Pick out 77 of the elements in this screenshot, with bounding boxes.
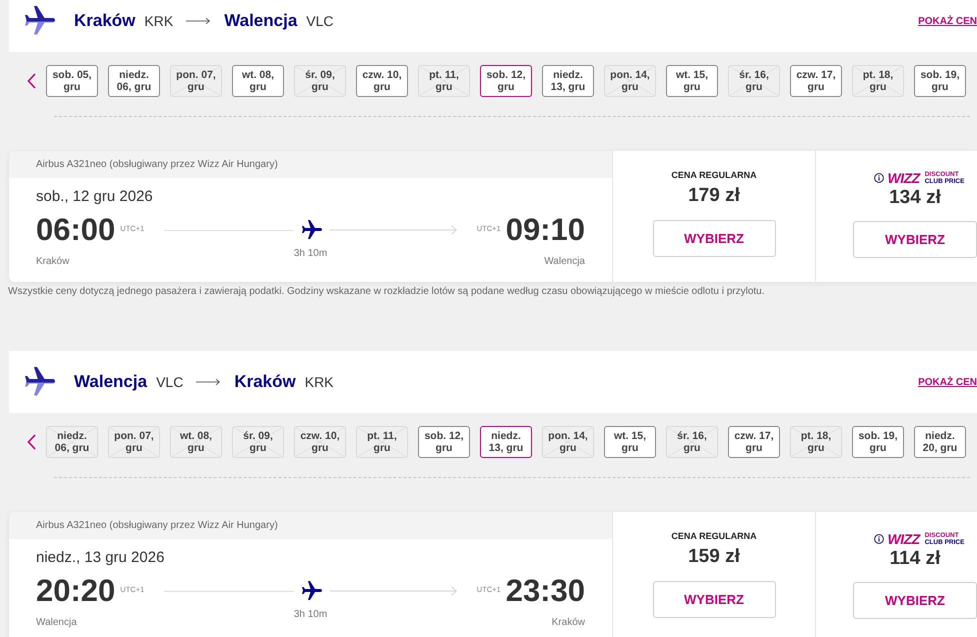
chevron-left-icon [26, 73, 36, 89]
airport-code: KRK [304, 374, 334, 390]
date-chip[interactable]: pon. 14, gru [542, 426, 594, 458]
date-chip[interactable]: śr. 16, gru [666, 426, 718, 458]
city-name: Walencja [224, 11, 298, 31]
select-button[interactable]: WYBIERZ [853, 221, 977, 258]
departure-city: Kraków [36, 256, 70, 267]
fare-price: 159 zł [688, 545, 740, 569]
date-chip[interactable]: pon. 14, gru [604, 65, 656, 97]
departure-time: 06:00 [36, 212, 116, 248]
city-name: Kraków [74, 11, 136, 31]
date-chip[interactable]: sob. 12, gru [480, 65, 532, 97]
date-chip[interactable]: niedz. 13, gru [542, 65, 594, 97]
date-chip[interactable]: pt. 11, gru [418, 65, 470, 97]
flight-duration: 3h 10m [294, 248, 328, 260]
date-chip[interactable]: śr. 09, gru [294, 65, 346, 97]
logo-wordmark: WIZZ [888, 531, 920, 547]
fare-price: 134 zł [889, 186, 941, 210]
fare-label: CENA REGULARNA [671, 169, 757, 181]
arrival-time: 09:10 [506, 212, 585, 248]
arrival-time: 23:30 [506, 573, 585, 609]
aircraft-info: Airbus A321neo (obsługiwany przez Wizz Air Hungary) [9, 151, 612, 178]
footnote: Wszystkie ceny dotyczą jednego pasażera i zawierają podatki. Godziny wskazane w rozkładzie lotów są podane według czasu obowiązującego w mieście odlotu i przylotu. [8, 285, 766, 299]
show-prices-link[interactable]: POKAŻ CEN [918, 16, 977, 26]
show-prices-link[interactable]: POKAŻ CEN [918, 376, 977, 388]
chevron-left-icon [26, 434, 36, 450]
date-chip[interactable]: niedz. 20, gru [914, 426, 966, 458]
date-chip[interactable]: sob. 19, gru [914, 65, 966, 97]
date-chip[interactable]: pt. 11, gru [356, 426, 408, 458]
arrow-right-icon [196, 378, 220, 386]
flight-date: sob., 12 gru 2026 [36, 188, 153, 206]
fare-label: CENA REGULARNA [671, 530, 757, 542]
fare-price: 114 zł [890, 547, 940, 571]
city-name: Kraków [234, 372, 296, 392]
logo-wordmark: WIZZ [888, 170, 920, 186]
airplane-icon [25, 6, 55, 36]
airplane-icon [302, 220, 322, 240]
flight-duration: 3h 10m [294, 609, 328, 621]
date-chip[interactable]: niedz. 13, gru [480, 426, 532, 458]
fare-price: 179 zł [688, 184, 740, 208]
date-chip[interactable]: wt. 15, gru [666, 65, 718, 97]
info-icon[interactable] [874, 173, 884, 183]
select-button[interactable]: WYBIERZ [853, 582, 977, 619]
date-chip[interactable]: sob. 12, gru [418, 426, 470, 458]
date-chip[interactable]: pt. 18, gru [790, 426, 842, 458]
date-chip[interactable]: niedz. 06, gru [46, 426, 98, 458]
date-chip[interactable]: pt. 18, gru [852, 65, 904, 97]
arrival-city: Kraków [552, 617, 585, 628]
date-chip[interactable]: wt. 08, gru [170, 426, 222, 458]
city-name: Walencja [74, 372, 148, 392]
arrow-right-icon [186, 17, 210, 25]
flight-date: niedz., 13 gru 2026 [36, 549, 164, 567]
airport-code: VLC [306, 13, 334, 29]
airplane-icon [302, 581, 322, 601]
date-chip[interactable]: pon. 07, gru [108, 426, 160, 458]
date-chip[interactable]: czw. 10, gru [294, 426, 346, 458]
airport-code: KRK [144, 13, 174, 29]
date-chip[interactable]: czw. 10, gru [356, 65, 408, 97]
info-icon[interactable] [874, 534, 884, 544]
date-chip[interactable]: pon. 07, gru [170, 65, 222, 97]
date-chip[interactable]: niedz. 06, gru [108, 65, 160, 97]
date-chip[interactable]: śr. 16, gru [728, 65, 780, 97]
date-chip[interactable]: sob. 19, gru [852, 426, 904, 458]
select-button[interactable]: WYBIERZ [652, 581, 776, 618]
select-button[interactable]: WYBIERZ [652, 220, 776, 257]
airport-code: VLC [156, 374, 184, 390]
date-chip[interactable]: wt. 15, gru [604, 426, 656, 458]
date-chip[interactable]: wt. 08, gru [232, 65, 284, 97]
date-chip[interactable]: śr. 09, gru [232, 426, 284, 458]
date-chip[interactable]: czw. 17, gru [728, 426, 780, 458]
date-chip[interactable]: sob. 05, gru [46, 65, 98, 97]
aircraft-info: Airbus A321neo (obsługiwany przez Wizz Air Hungary) [9, 512, 612, 539]
date-chip[interactable]: czw. 17, gru [790, 65, 842, 97]
arrival-city: Walencja [544, 256, 585, 267]
airplane-icon [25, 367, 55, 397]
departure-time: 20:20 [36, 573, 116, 609]
departure-city: Walencja [36, 617, 77, 628]
